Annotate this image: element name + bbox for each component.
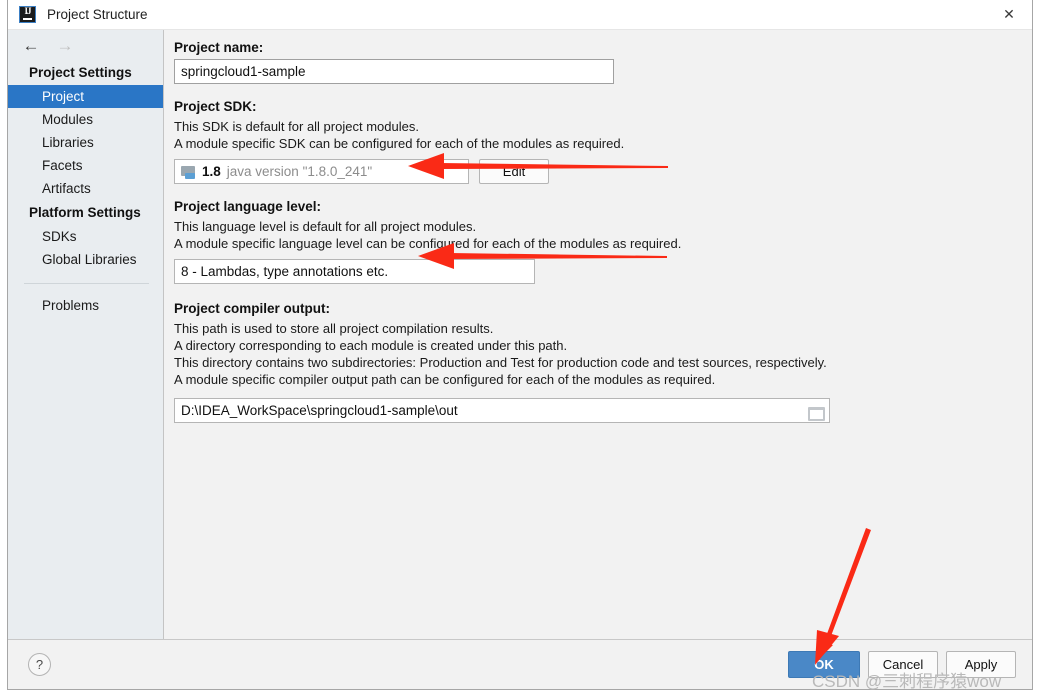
project-name-input[interactable]: springcloud1-sample	[174, 59, 614, 84]
project-sdk-description-2: A module specific SDK can be configured …	[174, 136, 625, 151]
project-sdk-section: Project SDK: This SDK is default for all…	[174, 99, 1032, 184]
sidebar-item-artifacts[interactable]: Artifacts	[8, 177, 163, 200]
compiler-output-section: Project compiler output: This path is us…	[174, 301, 1032, 423]
sdk-edit-button[interactable]: Edit	[479, 159, 549, 184]
csdn-watermark: CSDN @三刺程序猿wow	[812, 672, 1002, 691]
sidebar-item-libraries[interactable]: Libraries	[8, 131, 163, 154]
compiler-output-description-4: A module specific compiler output path c…	[174, 372, 716, 387]
dialog-body: ← → Project Settings Project Modules Lib…	[8, 30, 1032, 639]
language-level-combobox[interactable]: 8 - Lambdas, type annotations etc.	[174, 259, 535, 284]
sidebar-item-facets[interactable]: Facets	[8, 154, 163, 177]
compiler-output-description-3: This directory contains two subdirectori…	[174, 355, 827, 370]
compiler-output-label: Project compiler output:	[174, 301, 331, 316]
sdk-folder-icon	[181, 165, 196, 179]
sidebar-divider	[24, 283, 149, 284]
language-level-description-2: A module specific language level can be …	[174, 236, 682, 251]
sidebar-item-project[interactable]: Project	[8, 85, 163, 108]
sidebar-item-global-libraries[interactable]: Global Libraries	[8, 248, 163, 271]
sidebar-item-sdks[interactable]: SDKs	[8, 225, 163, 248]
navigation-bar: ← →	[8, 30, 163, 60]
language-level-description-1: This language level is default for all p…	[174, 219, 477, 234]
project-sdk-version: 1.8	[202, 164, 221, 179]
window-title: Project Structure	[47, 7, 148, 22]
arrow-left-icon[interactable]: ←	[22, 36, 40, 54]
project-sdk-label: Project SDK:	[174, 99, 257, 114]
help-button[interactable]: ?	[28, 653, 51, 676]
project-name-value: springcloud1-sample	[181, 64, 306, 79]
intellij-idea-icon	[19, 6, 36, 23]
project-name-section: Project name: springcloud1-sample	[174, 40, 1032, 84]
sidebar-item-problems[interactable]: Problems	[8, 294, 163, 317]
close-icon[interactable]: ✕	[986, 0, 1032, 29]
project-sdk-combobox[interactable]: 1.8 java version "1.8.0_241"	[174, 159, 469, 184]
language-level-section: Project language level: This language le…	[174, 199, 1032, 284]
compiler-output-description-1: This path is used to store all project c…	[174, 321, 494, 336]
screenshot-root: Project Structure ✕ ← → Project Settings…	[0, 0, 1040, 698]
compiler-output-input[interactable]: D:\IDEA_WorkSpace\springcloud1-sample\ou…	[174, 398, 830, 423]
project-structure-dialog: Project Structure ✕ ← → Project Settings…	[7, 0, 1033, 690]
arrow-right-icon[interactable]: →	[56, 36, 74, 54]
project-sdk-row: 1.8 java version "1.8.0_241" Edit	[174, 159, 1032, 184]
project-name-label: Project name:	[174, 40, 264, 55]
sidebar-group-platform-settings: Platform Settings	[29, 205, 141, 220]
project-sdk-description-1: This SDK is default for all project modu…	[174, 119, 419, 134]
compiler-output-description-2: A directory corresponding to each module…	[174, 338, 568, 353]
language-level-value: 8 - Lambdas, type annotations etc.	[181, 264, 389, 279]
sidebar-item-modules[interactable]: Modules	[8, 108, 163, 131]
title-bar: Project Structure ✕	[8, 0, 1032, 30]
sidebar: ← → Project Settings Project Modules Lib…	[8, 30, 164, 639]
folder-browse-icon[interactable]	[808, 405, 825, 421]
language-level-label: Project language level:	[174, 199, 322, 214]
project-settings-panel: Project name: springcloud1-sample Projec…	[164, 30, 1032, 639]
project-sdk-detail: java version "1.8.0_241"	[226, 164, 373, 179]
sidebar-group-project-settings: Project Settings	[29, 65, 132, 80]
compiler-output-value: D:\IDEA_WorkSpace\springcloud1-sample\ou…	[181, 403, 458, 418]
